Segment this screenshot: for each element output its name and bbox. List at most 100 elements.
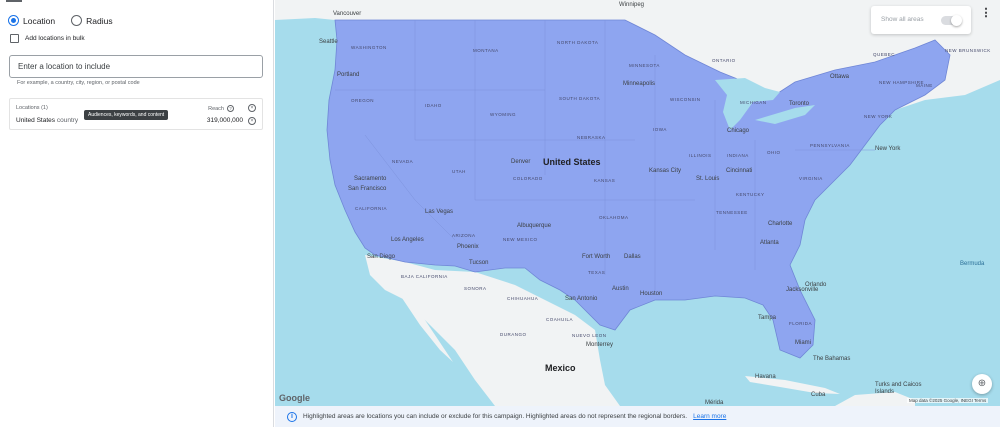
map-label-wyoming: WYOMING <box>490 112 516 117</box>
map-canvas[interactable]: Vancouver Winnipeg Seattle WASHINGTON MO… <box>275 0 1000 406</box>
info-icon: i <box>287 411 297 422</box>
map-label-bermuda: Bermuda <box>960 261 985 267</box>
location-radio-icon[interactable] <box>8 15 19 26</box>
map-label-atlanta: Atlanta <box>760 240 779 246</box>
show-all-areas-label: Show all areas <box>881 16 924 23</box>
map-label-new-york-city: New York <box>875 146 901 152</box>
map-label-united-states: United States <box>543 157 601 167</box>
map-label-fort-worth: Fort Worth <box>582 254 611 260</box>
location-radio-option[interactable]: Location <box>8 15 55 26</box>
radius-radio-option[interactable]: Radius <box>71 15 113 26</box>
map-label-turks-caicos: Turks and Caicos Islands <box>875 382 922 395</box>
map-pan-control-icon[interactable]: ⊕ <box>972 374 992 394</box>
map-label-phoenix: Phoenix <box>457 244 479 250</box>
map-label-tampa: Tampa <box>758 315 777 321</box>
tooltip: Audiences, keywords, and content <box>84 110 169 120</box>
map-label-virginia: VIRGINIA <box>799 176 823 181</box>
map-label-san-antonio: San Antonio <box>565 296 598 302</box>
map-label-washington: WASHINGTON <box>351 45 387 50</box>
toggle-knob <box>951 15 962 26</box>
radius-radio-label: Radius <box>86 15 113 26</box>
map-svg <box>275 0 1000 406</box>
map-label-new-brunswick: NEW BRUNSWICK <box>945 48 991 53</box>
map-label-dallas: Dallas <box>624 254 641 260</box>
map-label-north-dakota: NORTH DAKOTA <box>557 40 599 45</box>
map-label-the-bahamas: The Bahamas <box>813 356 851 362</box>
map-label-idaho: IDAHO <box>425 103 442 108</box>
location-type: country <box>56 117 79 124</box>
map-label-kansas: KANSAS <box>594 178 616 183</box>
map-label-california: CALIFORNIA <box>355 206 388 211</box>
terms-link[interactable]: Terms <box>974 398 986 403</box>
location-search-input[interactable]: Enter a location to include <box>9 55 263 78</box>
remove-location-icon[interactable]: × <box>248 117 256 125</box>
map-label-las-vegas: Las Vegas <box>425 209 454 215</box>
targeting-panel: Location Radius Add locations in bulk En… <box>0 0 274 427</box>
bulk-locations-option[interactable]: Add locations in bulk <box>10 34 85 43</box>
map-label-cuba: Cuba <box>811 392 826 398</box>
map-label-wisconsin: WISCONSIN <box>670 97 701 102</box>
attribution-text: Map data ©2025 Google, INEGI <box>909 398 973 403</box>
map-label-maine: MAINE <box>916 83 933 88</box>
reach-header: Reach ? <box>208 105 234 112</box>
map-label-tucson: Tucson <box>469 260 489 266</box>
map-label-ohio: OHIO <box>767 150 781 155</box>
map-label-denver: Denver <box>511 159 531 165</box>
show-all-areas-card: Show all areas <box>871 6 971 34</box>
map-label-albuquerque: Albuquerque <box>517 223 552 229</box>
map-label-chihuahua: CHIHUAHUA <box>507 296 539 301</box>
map-label-kansas-city: Kansas City <box>649 168 682 174</box>
map-label-iowa: IOWA <box>653 127 667 132</box>
more-vert-icon[interactable]: ⋮ <box>979 6 993 20</box>
map-label-chicago: Chicago <box>727 128 750 134</box>
map-label-arizona: ARIZONA <box>452 233 476 238</box>
map-label-oklahoma: OKLAHOMA <box>599 215 629 220</box>
map-label-pennsylvania: PENNSYLVANIA <box>810 143 850 148</box>
location-input-hint: For example, a country, city, region, or… <box>17 80 140 86</box>
map-label-montana: MONTANA <box>473 48 499 53</box>
map-label-coahuila: COAHUILA <box>546 317 574 322</box>
location-row-name: United States country <box>16 117 78 124</box>
info-bar: i Highlighted areas are locations you ca… <box>275 406 1000 427</box>
map-label-seattle: Seattle <box>319 39 338 45</box>
bulk-checkbox[interactable] <box>10 34 19 43</box>
map-label-st-louis: St. Louis <box>696 176 720 182</box>
map-label-houston: Houston <box>640 291 663 297</box>
map-label-minnesota: MINNESOTA <box>629 63 660 68</box>
map-label-miami: Miami <box>795 340 811 346</box>
map-label-south-dakota: SOUTH DAKOTA <box>559 96 601 101</box>
map-label-nebraska: NEBRASKA <box>577 135 606 140</box>
map-label-mexico: Mexico <box>545 363 576 373</box>
learn-more-link[interactable]: Learn more <box>693 413 726 420</box>
map-label-minneapolis: Minneapolis <box>623 81 656 87</box>
map-label-san-francisco: San Francisco <box>348 186 387 192</box>
map-label-colorado: COLORADO <box>513 176 543 181</box>
map-label-sacramento: Sacramento <box>354 176 387 182</box>
map-label-new-york: NEW YORK <box>864 114 893 119</box>
map-label-toronto: Toronto <box>789 101 810 107</box>
map-label-los-angeles: Los Angeles <box>391 237 424 243</box>
map-label-monterrey: Monterrey <box>586 342 614 348</box>
map-label-nevada: NEVADA <box>392 159 414 164</box>
clear-all-icon[interactable]: × <box>248 104 256 112</box>
google-logo: Google <box>279 393 310 403</box>
map-label-indiana: INDIANA <box>727 153 749 158</box>
location-name: United States <box>16 117 56 124</box>
map-label-new-mexico: NEW MEXICO <box>503 237 538 242</box>
panel-accent-bar <box>6 0 22 2</box>
show-all-areas-toggle[interactable] <box>941 15 962 26</box>
info-text: Highlighted areas are locations you can … <box>303 413 688 420</box>
radius-radio-icon[interactable] <box>71 15 83 26</box>
map-label-baja-california: BAJA CALIFORNIA <box>401 274 448 279</box>
map-label-florida: FLORIDA <box>789 321 813 326</box>
map-label-texas: TEXAS <box>588 270 606 275</box>
map-label-ontario: ONTARIO <box>712 58 736 63</box>
targeting-type-radio-group: Location Radius <box>8 15 123 26</box>
map-label-oregon: OREGON <box>351 98 375 103</box>
app-root: Location Radius Add locations in bulk En… <box>0 0 1000 427</box>
map-label-ottawa: Ottawa <box>830 74 850 80</box>
map-label-quebec: QUEBEC <box>873 52 896 57</box>
map-label-vancouver: Vancouver <box>333 11 362 17</box>
help-icon[interactable]: ? <box>227 105 234 112</box>
location-reach-value: 319,000,000 <box>206 117 243 124</box>
